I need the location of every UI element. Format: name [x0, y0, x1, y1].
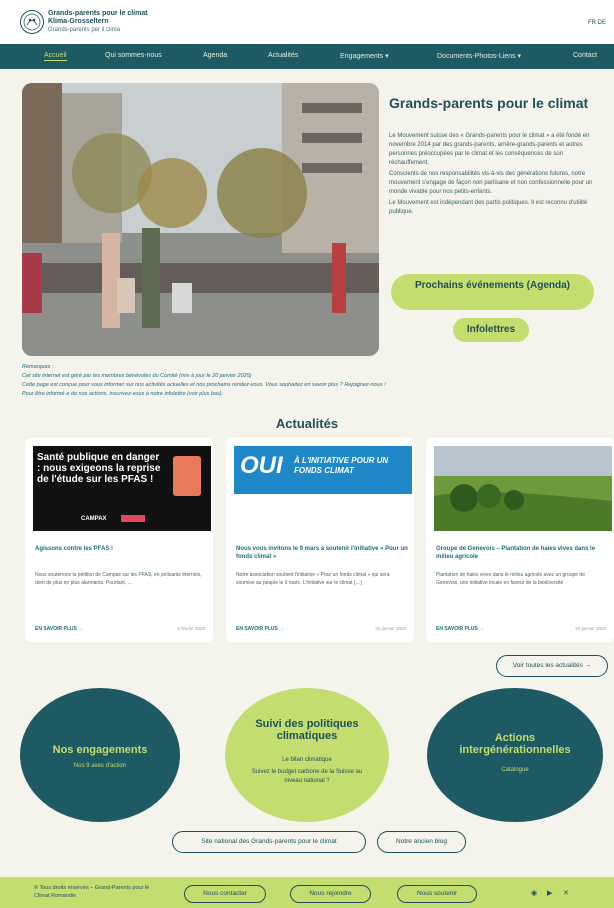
- news-card-image: [434, 446, 612, 531]
- news-card[interactable]: OUI À L'INITIATIVE POUR UN FONDS CLIMAT …: [226, 438, 414, 642]
- blog-button[interactable]: Notre ancien blog: [377, 831, 466, 853]
- illustration-icon: [173, 456, 201, 496]
- news-card-image: OUI À L'INITIATIVE POUR UN FONDS CLIMAT: [234, 446, 412, 531]
- hero-photo: [22, 83, 379, 356]
- news-card-title[interactable]: Agissons contre les PFAS !: [35, 545, 207, 553]
- hero-paragraph: Le Mouvement est indépendant des partis …: [389, 200, 588, 215]
- circle-title: Nos engagements: [52, 744, 148, 756]
- climate-policy-circle[interactable]: Suivi des politiques climatiques Le bila…: [225, 688, 389, 822]
- language-switcher[interactable]: FR DE: [588, 20, 606, 26]
- youtube-icon[interactable]: ▶: [547, 889, 552, 897]
- nav-item-documents[interactable]: Documents-Photos-Liens ▾: [437, 52, 521, 60]
- news-section-title: Actualités: [275, 416, 339, 431]
- upcoming-events-button[interactable]: Prochains événements (Agenda): [391, 274, 594, 310]
- all-news-button[interactable]: Voir toutes les actualités →: [496, 655, 608, 677]
- instagram-icon[interactable]: ◉: [531, 889, 537, 897]
- news-card[interactable]: Groupe de Genevois – Plantation de haies…: [426, 438, 614, 642]
- nav-item-about[interactable]: Qui sommes-nous: [105, 52, 162, 59]
- logo-line1: Grands-parents pour le climat: [48, 10, 148, 17]
- nav-item-contact[interactable]: Contact: [573, 52, 597, 59]
- news-card-date: 20 janvier 2025: [575, 626, 606, 631]
- circle-subtitle[interactable]: Nos 9 axes d'action: [20, 762, 180, 771]
- remarks-block: Remarques : Cet site internet est géré p…: [22, 363, 582, 399]
- logo-line3: Grands-parents per il clima: [48, 27, 121, 33]
- nav-item-engagements[interactable]: Engagements ▾: [340, 52, 389, 60]
- site-footer: © Tous droits réservés – Grand-Parents p…: [0, 877, 614, 908]
- news-card-image: Santé publique en danger : nous exigeons…: [33, 446, 211, 531]
- circle-subtitle[interactable]: Le bilan climatique: [225, 756, 389, 765]
- site-header: Grands-parents pour le climat Klima-Gros…: [0, 0, 614, 44]
- hero-title: Grands-parents pour le climat: [389, 95, 589, 111]
- remarks-line[interactable]: Pour être informé·e de nos actions, insc…: [22, 390, 582, 399]
- hero-description: Le Mouvement suisse des « Grands-parents…: [389, 132, 599, 219]
- remarks-line: Cet site internet est géré par les membr…: [22, 373, 252, 379]
- remarks-title: Remarques :: [22, 364, 54, 370]
- nav-item-agenda[interactable]: Agenda: [203, 52, 227, 59]
- site-logo-text[interactable]: Grands-parents pour le climat Klima-Gros…: [48, 10, 148, 34]
- engagements-circle[interactable]: Nos engagements Nos 9 axes d'action: [20, 688, 180, 822]
- newsletters-button[interactable]: Infolettres: [453, 318, 529, 342]
- card-image-text: Santé publique en danger : nous exigeons…: [37, 452, 161, 485]
- remarks-line[interactable]: Cette page est conçue pour vous informer…: [22, 381, 582, 390]
- logo-icon[interactable]: [20, 10, 44, 34]
- news-card-excerpt: Notre association soutient l'initiative …: [236, 572, 390, 586]
- read-more-link[interactable]: EN SAVOIR PLUS →: [236, 626, 284, 632]
- news-card[interactable]: Santé publique en danger : nous exigeons…: [25, 438, 213, 642]
- main-navigation: Accueil Qui sommes-nous Agenda Actualité…: [0, 44, 614, 69]
- circle-subtitle[interactable]: Catalogue: [427, 766, 603, 775]
- nav-item-home[interactable]: Accueil: [44, 52, 67, 61]
- hero-paragraph: Conscients de nos responsabilités vis-à-…: [389, 171, 593, 195]
- card-image-text: OUI: [240, 452, 283, 479]
- flag-icon: [121, 515, 145, 522]
- news-card-title[interactable]: Groupe de Genevois – Plantation de haies…: [436, 545, 608, 561]
- hero-paragraph: Le Mouvement suisse des « Grands-parents…: [389, 133, 590, 166]
- join-button[interactable]: Nous rejoindre: [290, 885, 371, 903]
- circle-subtitle[interactable]: Suivez le budget carbone de la Suisse au…: [225, 768, 389, 786]
- news-card-date: 6 février 2025: [177, 626, 205, 631]
- intergenerational-actions-circle[interactable]: Actions intergénérationnelles Catalogue: [427, 688, 603, 822]
- circle-title: Actions intergénérationnelles: [459, 732, 571, 756]
- twitter-icon[interactable]: ✕: [563, 889, 569, 897]
- news-card-excerpt: Nous soutenons la pétition de Campax sur…: [35, 572, 202, 586]
- nav-item-news[interactable]: Actualités: [268, 52, 298, 59]
- read-more-link[interactable]: EN SAVOIR PLUS →: [436, 626, 484, 632]
- news-card-title[interactable]: Nous vous invitons le 9 mars à soutenir …: [236, 545, 408, 561]
- news-card-excerpt: Plantation de haies vives dans le milieu…: [436, 572, 585, 586]
- national-site-button[interactable]: Site national des Grands-parents pour le…: [172, 831, 366, 853]
- card-image-subtext: À L'INITIATIVE POUR UN FONDS CLIMAT: [294, 456, 389, 475]
- news-card-date: 31 janvier 2025: [375, 626, 406, 631]
- read-more-link[interactable]: EN SAVOIR PLUS →: [35, 626, 83, 632]
- logo-line2: Klima-Grosseltern: [48, 18, 109, 25]
- support-button[interactable]: Nous soutenir: [397, 885, 477, 903]
- footer-copyright: © Tous droits réservés – Grand-Parents p…: [34, 885, 150, 899]
- contact-button[interactable]: Nous contacter: [184, 885, 266, 903]
- circle-title: Suivi des politiques climatiques: [255, 718, 359, 742]
- campax-logo: CAMPAX: [81, 516, 107, 522]
